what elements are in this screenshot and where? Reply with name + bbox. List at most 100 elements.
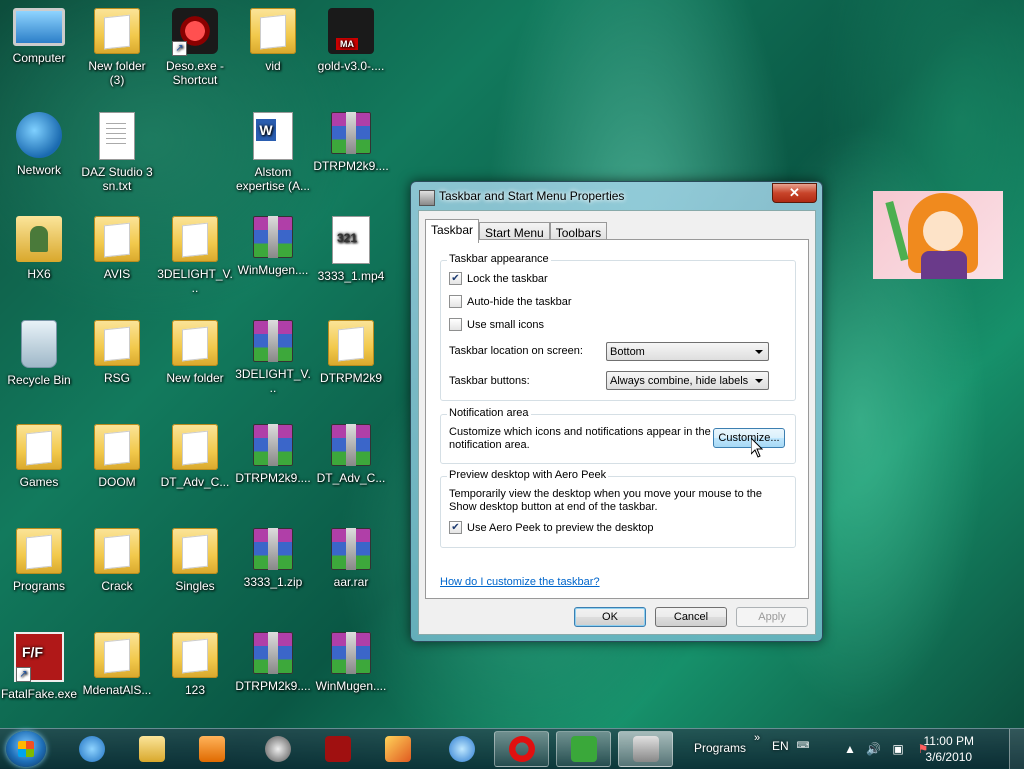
location-value: Bottom xyxy=(610,345,645,358)
dialog-title: Taskbar and Start Menu Properties xyxy=(439,189,625,203)
folder-icon xyxy=(94,632,140,678)
desktop-icon-vid[interactable]: vid xyxy=(234,8,312,73)
autohide-label: Auto-hide the taskbar xyxy=(467,295,572,308)
desktop-icon-doom[interactable]: DOOM xyxy=(78,424,156,489)
toolbar-chevron[interactable]: » xyxy=(754,732,760,744)
apply-button[interactable]: Apply xyxy=(736,607,808,627)
aero-peek-checkbox[interactable]: ✔ xyxy=(449,521,462,534)
desktop-icon-3delight-folder[interactable]: 3DELIGHT_V... xyxy=(156,216,234,295)
aero-peek-row[interactable]: ✔ Use Aero Peek to preview the desktop xyxy=(449,521,654,534)
clock[interactable]: 11:00 PM 3/6/2010 xyxy=(924,733,974,765)
lock-taskbar-label: Lock the taskbar xyxy=(467,272,548,285)
paint-app-icon xyxy=(384,736,411,762)
folder-icon xyxy=(172,216,218,262)
dialog-titlebar[interactable]: Taskbar and Start Menu Properties ✕ xyxy=(411,182,822,210)
desktop-icon-3delight-rar[interactable]: 3DELIGHT_V... xyxy=(234,320,312,395)
desktop-icon-dt-adv-folder[interactable]: DT_Adv_C... xyxy=(156,424,234,489)
desktop-icon-crack[interactable]: Crack xyxy=(78,528,156,593)
small-icons-row[interactable]: Use small icons xyxy=(449,318,544,331)
taskbar-media-player[interactable] xyxy=(184,731,239,767)
taskbar-properties-window[interactable] xyxy=(618,731,673,767)
explorer-folder-icon xyxy=(138,736,165,762)
desktop-icon-label: MdenatAlS... xyxy=(82,683,152,697)
recycle-bin-icon xyxy=(21,320,57,368)
group-title: Taskbar appearance xyxy=(447,253,551,265)
desktop-icon-new-folder-3[interactable]: New folder (3) xyxy=(78,8,156,87)
autohide-checkbox[interactable] xyxy=(449,295,462,308)
desktop-icon-computer[interactable]: Computer xyxy=(0,8,78,65)
desktop-icon-123[interactable]: 123 xyxy=(156,632,234,697)
desktop-icon-gold[interactable]: gold-v3.0-.... xyxy=(312,8,390,73)
start-button[interactable] xyxy=(6,731,46,767)
desktop-icon-3333-mp4[interactable]: 3333_1.mp4 xyxy=(312,216,390,283)
desktop-icon-deso-shortcut[interactable]: Deso.exe - Shortcut xyxy=(156,8,234,87)
folder-icon xyxy=(16,424,62,470)
desktop-icon-aar-rar[interactable]: aar.rar xyxy=(312,528,390,589)
desktop-icon-singles[interactable]: Singles xyxy=(156,528,234,593)
desktop-icon-avis[interactable]: AVIS xyxy=(78,216,156,281)
desktop-icon-programs[interactable]: Programs xyxy=(0,528,78,593)
language-indicator[interactable]: EN xyxy=(772,739,789,753)
desktop-icon-winmugen-1[interactable]: WinMugen.... xyxy=(234,216,312,277)
fatalfake-app-icon xyxy=(14,632,64,682)
desktop-icon-network[interactable]: Network xyxy=(0,112,78,177)
desktop-icon-alstom[interactable]: Alstom expertise (A... xyxy=(234,112,312,193)
autohide-row[interactable]: Auto-hide the taskbar xyxy=(449,295,572,308)
customize-button[interactable]: Customize... xyxy=(713,428,785,448)
ok-button[interactable]: OK xyxy=(574,607,646,627)
lock-taskbar-checkbox[interactable]: ✔ xyxy=(449,272,462,285)
desktop-icon-label: Recycle Bin xyxy=(7,373,71,387)
desktop-icon-label: 123 xyxy=(184,683,206,697)
desktop-icon-recycle-bin[interactable]: Recycle Bin xyxy=(0,320,78,387)
taskbar-internet-explorer[interactable] xyxy=(64,731,119,767)
desktop-icon-dtrpm-rar-2[interactable]: DTRPM2k9.... xyxy=(234,424,312,485)
desktop-icon-dtrpm-rar-3[interactable]: DTRPM2k9.... xyxy=(234,632,312,693)
close-button[interactable]: ✕ xyxy=(772,183,817,203)
taskbar-satellite-app[interactable] xyxy=(250,731,305,767)
taskbar-buttons-select[interactable]: Always combine, hide labels xyxy=(606,371,769,390)
tab-taskbar[interactable]: Taskbar xyxy=(425,219,480,243)
desktop-icon-daz-studio[interactable]: DAZ Studio 3 sn.txt xyxy=(78,112,156,193)
show-hidden-icons-icon[interactable]: ▲ xyxy=(843,742,857,756)
taskbar-ie8[interactable] xyxy=(434,731,489,767)
desktop-icon-fatalfake[interactable]: FatalFake.exe xyxy=(0,632,78,701)
group-title: Preview desktop with Aero Peek xyxy=(447,469,609,481)
computer-icon xyxy=(13,8,65,46)
desktop-icon-label: WinMugen.... xyxy=(315,679,387,693)
cancel-button[interactable]: Cancel xyxy=(655,607,727,627)
text-file-icon xyxy=(99,112,135,160)
desktop-icon-dtrpm-rar-1[interactable]: DTRPM2k9.... xyxy=(312,112,390,173)
desktop-icon-hx6[interactable]: HX6 xyxy=(0,216,78,281)
taskbar-explorer[interactable] xyxy=(124,731,179,767)
desktop-icon-dtrpm-folder[interactable]: DTRPM2k9 xyxy=(312,320,390,385)
small-icons-checkbox[interactable] xyxy=(449,318,462,331)
taskbar-paint-app[interactable] xyxy=(370,731,425,767)
group-taskbar-appearance: Taskbar appearance ✔ Lock the taskbar Au… xyxy=(440,253,796,401)
location-select[interactable]: Bottom xyxy=(606,342,769,361)
network-tray-icon[interactable]: ▣ xyxy=(891,742,905,756)
desktop-icon-rsg[interactable]: RSG xyxy=(78,320,156,385)
desktop-icon-dt-adv-rar[interactable]: DT_Adv_C... xyxy=(312,424,390,485)
desktop-icon-games[interactable]: Games xyxy=(0,424,78,489)
show-desktop-button[interactable] xyxy=(1009,729,1024,769)
tab-panel-taskbar: Taskbar appearance ✔ Lock the taskbar Au… xyxy=(425,239,809,599)
desktop-icon-winmugen-2[interactable]: WinMugen.... xyxy=(312,632,390,693)
dropdown-arrow-icon xyxy=(755,350,763,354)
desktop-icon-label: gold-v3.0-.... xyxy=(317,59,385,73)
desktop-icon-label: DTRPM2k9 xyxy=(319,371,382,385)
taskbar-utorrent[interactable] xyxy=(556,731,611,767)
group-aero-peek: Preview desktop with Aero Peek Temporari… xyxy=(440,469,796,548)
programs-toolbar[interactable]: Programs xyxy=(694,741,746,755)
folder-icon xyxy=(250,8,296,54)
taskbar-opera[interactable] xyxy=(494,731,549,767)
desktop-icon-label: DOOM xyxy=(98,475,136,489)
volume-icon[interactable]: 🔊 xyxy=(866,742,881,756)
taskbar-red-app[interactable] xyxy=(310,731,365,767)
desktop-icon-new-folder[interactable]: New folder xyxy=(156,320,234,385)
picture-gadget[interactable] xyxy=(873,191,1003,279)
help-link[interactable]: How do I customize the taskbar? xyxy=(440,576,600,588)
desktop-icon-3333-zip[interactable]: 3333_1.zip xyxy=(234,528,312,589)
lock-taskbar-row[interactable]: ✔ Lock the taskbar xyxy=(449,272,548,285)
keyboard-layout-icon[interactable]: ⌨ xyxy=(796,738,810,752)
desktop-icon-mdenat[interactable]: MdenatAlS... xyxy=(78,632,156,697)
